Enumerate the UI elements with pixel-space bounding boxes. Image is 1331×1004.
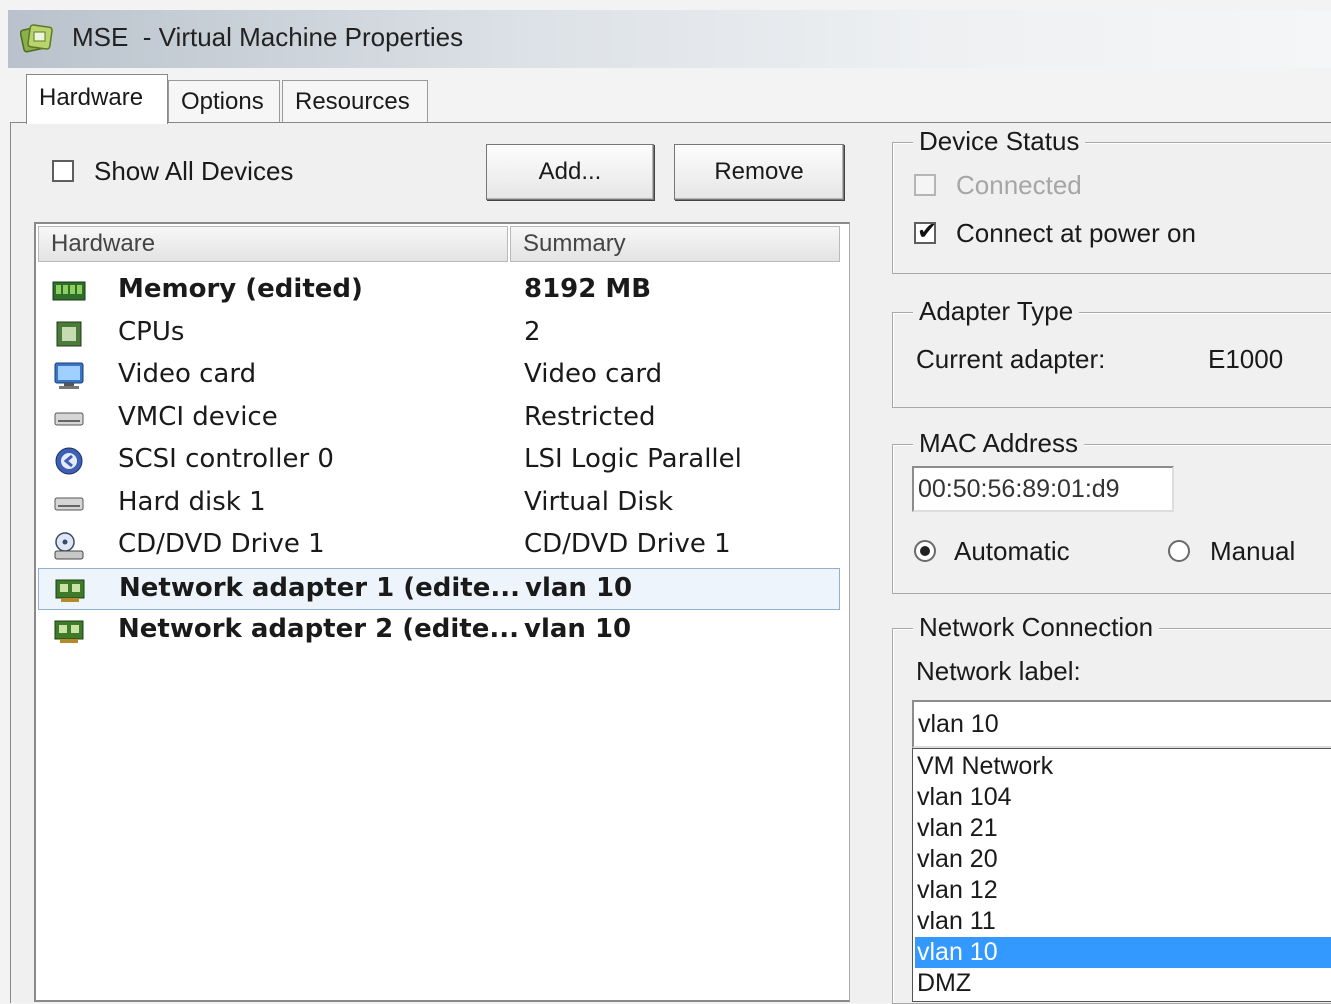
hardware-row-scsi-controller[interactable]: SCSI controller 0 LSI Logic Parallel xyxy=(38,440,840,482)
hardware-row-vmci-device[interactable]: VMCI device Restricted xyxy=(38,398,840,440)
hardware-row-name: VMCI device xyxy=(118,402,278,432)
hardware-row-summary: Video card xyxy=(524,359,663,389)
connected-label: Connected xyxy=(956,170,1082,200)
hardware-row-name: Video card xyxy=(118,359,257,389)
manual-radio[interactable] xyxy=(1168,540,1190,562)
hardware-row-video-card[interactable]: Video card Video card xyxy=(38,355,840,397)
network-option-vlan-104[interactable]: vlan 104 xyxy=(915,782,1331,813)
connect-at-power-on-label: Connect at power on xyxy=(956,218,1196,248)
hardware-row-summary: CD/DVD Drive 1 xyxy=(524,529,731,559)
memory-icon xyxy=(52,281,86,301)
hardware-row-summary: Virtual Disk xyxy=(524,487,674,517)
hardware-row-name: Network adapter 2 (edite... xyxy=(118,614,519,644)
hardware-row-summary: vlan 10 xyxy=(525,573,633,603)
network-option-vm-network[interactable]: VM Network xyxy=(915,751,1331,782)
adapter-type-title: Adapter Type xyxy=(913,296,1080,327)
network-adapter-icon xyxy=(54,620,84,643)
network-option-vlan-20[interactable]: vlan 20 xyxy=(915,844,1331,875)
window-title-main: MSE xyxy=(72,22,129,52)
hardware-row-summary: 8192 MB xyxy=(524,274,652,304)
current-adapter-label: Current adapter: xyxy=(916,344,1106,374)
hardware-row-name: Network adapter 1 (edite... xyxy=(119,573,520,603)
network-option-dmz[interactable]: DMZ xyxy=(915,968,1331,999)
hardware-list[interactable]: Hardware Summary Memory (edited) 8192 MB… xyxy=(34,222,850,1002)
cpu-icon xyxy=(56,321,82,347)
network-option-vlan-10[interactable]: vlan 10 xyxy=(915,937,1331,968)
hardware-row-hard-disk[interactable]: Hard disk 1 Virtual Disk xyxy=(38,483,840,525)
network-connection-title: Network Connection xyxy=(913,612,1160,643)
network-label-dropdown-list[interactable]: VM Network vlan 104 vlan 21 vlan 20 vlan… xyxy=(912,748,1331,1002)
virtual-machine-icon xyxy=(20,24,53,53)
hardware-row-name: Hard disk 1 xyxy=(118,487,266,517)
hardware-row-name: CPUs xyxy=(118,317,185,347)
hardware-row-summary: LSI Logic Parallel xyxy=(524,444,742,474)
current-adapter-value: E1000 xyxy=(1208,344,1284,374)
tab-strip: Hardware Options Resources xyxy=(8,68,1331,124)
tab-resources[interactable]: Resources xyxy=(282,80,428,122)
manual-label: Manual xyxy=(1210,536,1296,566)
show-all-devices-label: Show All Devices xyxy=(94,156,294,186)
network-label-caption: Network label: xyxy=(916,656,1081,686)
hardware-row-memory[interactable]: Memory (edited) 8192 MB xyxy=(38,270,840,312)
hardware-row-cpus[interactable]: CPUs 2 xyxy=(38,313,840,355)
hardware-row-network-adapter-1[interactable]: Network adapter 1 (edite... vlan 10 xyxy=(38,568,840,610)
mac-address-field[interactable]: 00:50:56:89:01:d9 xyxy=(912,466,1174,512)
device-status-title: Device Status xyxy=(913,126,1086,157)
checkmark-icon: ✔ xyxy=(917,217,938,245)
window-title-rest: - Virtual Machine Properties xyxy=(128,22,464,52)
column-header-summary[interactable]: Summary xyxy=(510,226,840,262)
video-card-icon xyxy=(54,362,84,389)
hardware-row-name: Memory (edited) xyxy=(118,274,363,304)
network-adapter-icon xyxy=(55,579,85,602)
cd-dvd-drive-icon xyxy=(54,532,84,560)
scsi-controller-icon xyxy=(55,447,83,475)
hardware-row-cd-dvd-drive[interactable]: CD/DVD Drive 1 CD/DVD Drive 1 xyxy=(38,525,840,567)
network-option-vlan-21[interactable]: vlan 21 xyxy=(915,813,1331,844)
connected-checkbox[interactable] xyxy=(914,174,936,196)
device-status-group: Device Status xyxy=(892,126,1331,274)
tab-options[interactable]: Options xyxy=(168,80,280,122)
remove-button[interactable]: Remove xyxy=(674,144,844,200)
hardware-row-name: CD/DVD Drive 1 xyxy=(118,529,325,559)
hardware-row-name: SCSI controller 0 xyxy=(118,444,334,474)
network-label-combobox[interactable]: vlan 10 xyxy=(912,700,1331,748)
column-header-hardware[interactable]: Hardware xyxy=(38,226,508,262)
hardware-list-header: Hardware Summary xyxy=(36,224,848,264)
automatic-radio[interactable] xyxy=(914,540,936,562)
automatic-label: Automatic xyxy=(954,536,1070,566)
network-option-vlan-12[interactable]: vlan 12 xyxy=(915,875,1331,906)
hardware-row-summary: Restricted xyxy=(524,402,656,432)
tab-hardware[interactable]: Hardware xyxy=(26,74,168,124)
hard-disk-icon xyxy=(54,497,84,511)
mac-address-title: MAC Address xyxy=(913,428,1084,459)
window-title: MSE - Virtual Machine Properties xyxy=(72,22,463,53)
connect-at-power-on-checkbox[interactable]: ✔ xyxy=(914,218,937,244)
hardware-row-summary: vlan 10 xyxy=(524,614,632,644)
network-option-vlan-11[interactable]: vlan 11 xyxy=(915,906,1331,937)
show-all-devices-checkbox[interactable] xyxy=(52,160,74,182)
hardware-row-network-adapter-2[interactable]: Network adapter 2 (edite... vlan 10 xyxy=(38,610,840,652)
add-button[interactable]: Add... xyxy=(486,144,654,200)
vmci-device-icon xyxy=(54,412,84,426)
hardware-row-summary: 2 xyxy=(524,317,541,347)
